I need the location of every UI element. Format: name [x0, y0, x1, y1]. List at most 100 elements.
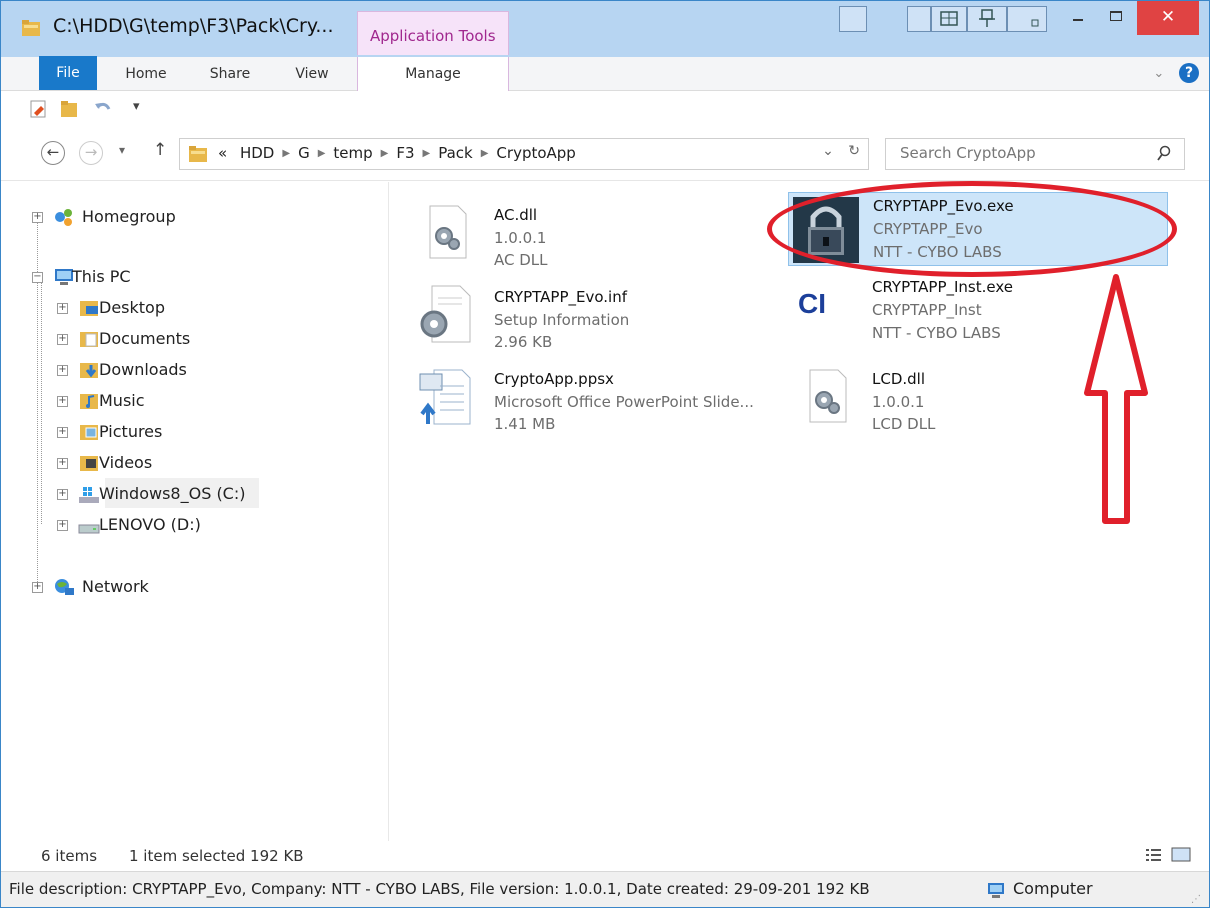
tree-label: LENOVO (D:) — [99, 515, 201, 534]
address-bar[interactable]: « HDD ▶ G ▶ temp ▶ F3 ▶ Pack ▶ CryptoApp ⌄ ↻ — [179, 138, 869, 170]
file-tile-cryptoapp-ppsx[interactable]: CryptoApp.ppsx Microsoft Office PowerPoi… — [418, 356, 798, 433]
search-icon[interactable] — [1156, 145, 1172, 163]
tree-label: Videos — [99, 453, 153, 472]
desktop-folder-icon — [80, 301, 98, 316]
file-product: CRYPTAPP_Inst — [872, 301, 982, 319]
tree-label: Windows8_OS (C:) — [99, 484, 246, 503]
breadcrumb-temp[interactable]: temp — [333, 144, 372, 162]
folder-icon — [22, 20, 40, 36]
file-name: AC.dll — [494, 206, 538, 224]
minimize-button[interactable] — [1059, 1, 1097, 35]
setup-info-icon — [420, 285, 471, 343]
annotation-ellipse — [767, 181, 1177, 277]
ci-logo-icon: CI — [798, 288, 826, 319]
expand-icon[interactable]: + — [57, 334, 68, 345]
breadcrumb-overflow[interactable]: « — [218, 144, 227, 162]
close-icon: ✕ — [1160, 7, 1176, 27]
tab-file[interactable]: File — [39, 56, 97, 90]
refresh-icon[interactable]: ↻ — [848, 143, 860, 159]
expand-icon[interactable]: + — [57, 458, 68, 469]
pin-icon — [979, 9, 995, 27]
tab-share[interactable]: Share — [197, 57, 263, 91]
chevron-right-icon[interactable]: ▶ — [318, 148, 326, 159]
system-drive-icon — [79, 487, 99, 503]
file-details-text: File description: CRYPTAPP_Evo, Company:… — [9, 880, 870, 898]
expand-ribbon-icon[interactable]: ⌄ — [1153, 66, 1164, 81]
snap-grid-button[interactable] — [931, 6, 967, 32]
snap-half-button[interactable] — [907, 6, 931, 32]
maximize-button[interactable] — [1097, 1, 1135, 35]
drive-icon — [78, 524, 100, 534]
title-bar[interactable]: C:\HDD\G\temp\F3\Pack\Cry... Application… — [1, 1, 1209, 57]
breadcrumb-g[interactable]: G — [298, 144, 310, 162]
chevron-right-icon[interactable]: ▶ — [381, 148, 389, 159]
search-box[interactable]: Search CryptoApp — [885, 138, 1185, 170]
folder-icon — [189, 146, 207, 162]
up-button[interactable]: ↑ — [153, 140, 167, 160]
details-view-icon[interactable] — [1145, 847, 1163, 863]
breadcrumb-pack[interactable]: Pack — [438, 144, 473, 162]
tree-label: Network — [82, 577, 149, 596]
expand-icon[interactable]: + — [57, 489, 68, 500]
chevron-right-icon[interactable]: ▶ — [423, 148, 431, 159]
expand-icon[interactable]: + — [57, 520, 68, 531]
snap-left-button[interactable] — [839, 6, 867, 32]
breadcrumb-hdd[interactable]: HDD — [240, 144, 274, 162]
snap-pin-button[interactable] — [967, 6, 1007, 32]
file-version: 1.0.0.1 — [872, 393, 925, 411]
properties-icon[interactable] — [29, 99, 49, 119]
back-button[interactable]: ← — [41, 141, 65, 165]
resize-grip-icon[interactable]: ⋰ — [1191, 894, 1201, 905]
expand-icon[interactable]: + — [57, 303, 68, 314]
powerpoint-show-icon — [419, 369, 471, 425]
context-tab-application-tools: Application Tools — [357, 11, 509, 55]
annotation-up-arrow — [1084, 274, 1148, 524]
file-name: CryptoApp.ppsx — [494, 370, 614, 388]
file-tile-cryptapp-evo-inf[interactable]: CRYPTAPP_Evo.inf Setup Information 2.96 … — [418, 274, 798, 351]
expand-icon[interactable]: + — [32, 582, 43, 593]
file-type: Setup Information — [494, 311, 630, 329]
status-bar: 6 items 1 item selected 192 KB — [1, 841, 1209, 871]
breadcrumb-f3[interactable]: F3 — [396, 144, 414, 162]
forward-button[interactable]: → — [79, 141, 103, 165]
recent-locations-icon[interactable]: ▾ — [119, 143, 125, 157]
customize-qat-icon[interactable]: ▾ — [133, 99, 140, 114]
chevron-right-icon[interactable]: ▶ — [481, 148, 489, 159]
file-tile-ac-dll[interactable]: AC.dll 1.0.0.1 AC DLL — [418, 192, 798, 269]
breadcrumb: « HDD ▶ G ▶ temp ▶ F3 ▶ Pack ▶ CryptoApp — [218, 144, 576, 162]
homegroup-icon — [55, 209, 72, 226]
new-folder-icon[interactable] — [59, 99, 79, 119]
snap-corner-button[interactable] — [1007, 6, 1047, 32]
tree-label: Desktop — [99, 298, 165, 317]
expand-icon[interactable]: + — [32, 212, 43, 223]
address-tools: ⌄ ↻ — [822, 143, 860, 159]
tab-home[interactable]: Home — [113, 57, 179, 91]
dll-gear-icon — [429, 205, 467, 259]
tab-view[interactable]: View — [281, 57, 343, 91]
expand-icon[interactable]: + — [57, 427, 68, 438]
collapse-icon[interactable]: − — [32, 272, 43, 283]
corner-icon — [1031, 19, 1039, 27]
file-name: CRYPTAPP_Inst.exe — [872, 278, 1013, 296]
explorer-window: C:\HDD\G\temp\F3\Pack\Cry... Application… — [0, 0, 1210, 908]
minimize-icon — [1073, 19, 1083, 21]
breadcrumb-cryptoapp[interactable]: CryptoApp — [496, 144, 575, 162]
dll-gear-icon — [809, 369, 847, 423]
address-dropdown-icon[interactable]: ⌄ — [822, 143, 834, 159]
downloads-folder-icon — [80, 363, 98, 378]
network-icon — [55, 579, 74, 595]
computer-icon — [988, 883, 1004, 898]
chevron-right-icon[interactable]: ▶ — [282, 148, 290, 159]
close-button[interactable]: ✕ — [1137, 1, 1199, 35]
undo-icon[interactable] — [93, 99, 113, 119]
file-size: 1.41 MB — [494, 415, 556, 433]
file-company: NTT - CYBO LABS — [872, 324, 1001, 342]
tree-label: Homegroup — [82, 207, 176, 226]
details-bar: File description: CRYPTAPP_Evo, Company:… — [1, 871, 1209, 907]
large-icons-view-icon[interactable] — [1171, 846, 1191, 864]
help-icon[interactable]: ? — [1179, 63, 1199, 83]
search-input[interactable]: Search CryptoApp — [900, 144, 1036, 162]
expand-icon[interactable]: + — [57, 365, 68, 376]
tab-manage[interactable]: Manage — [357, 57, 509, 91]
expand-icon[interactable]: + — [57, 396, 68, 407]
